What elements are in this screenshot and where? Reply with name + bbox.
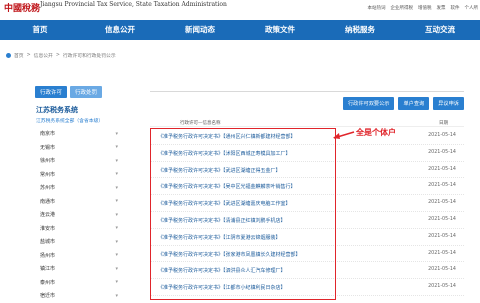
annotation-label: 全是个体户 [356, 128, 396, 137]
annotation-arrow [333, 131, 355, 139]
